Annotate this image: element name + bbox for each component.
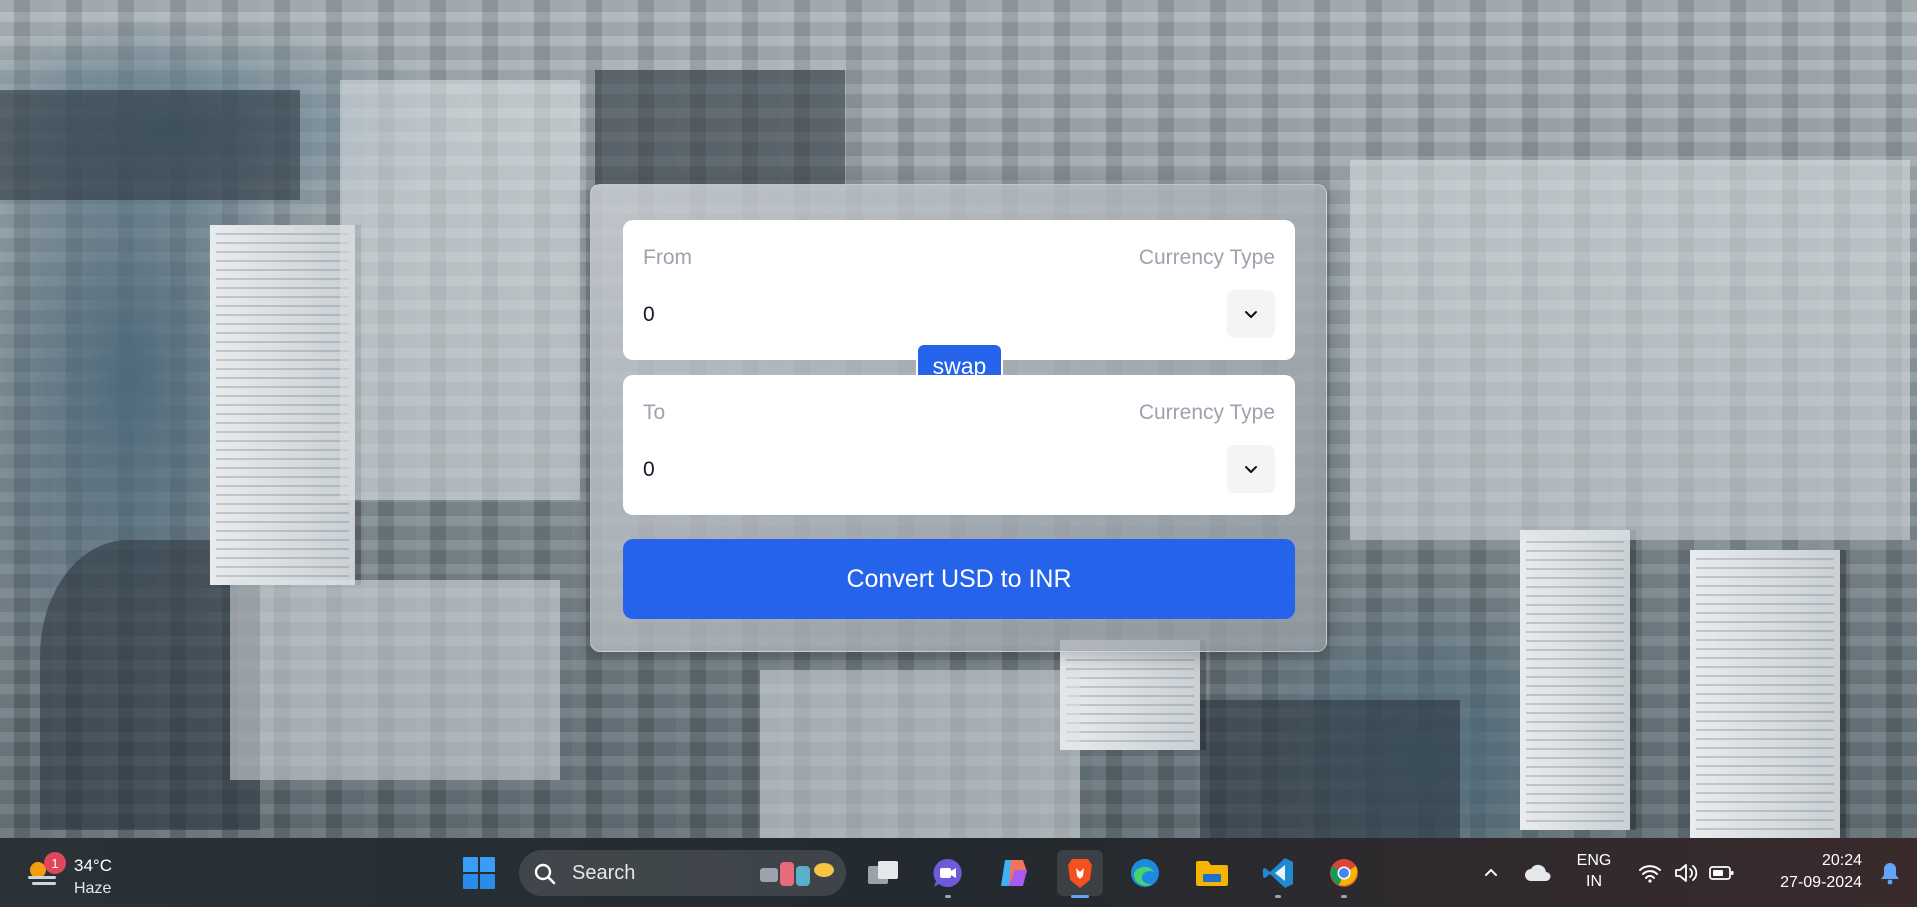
convert-button[interactable]: Convert USD to INR xyxy=(623,539,1295,619)
tower-building xyxy=(1060,640,1200,750)
task-view-icon xyxy=(868,861,898,884)
vscode-button[interactable] xyxy=(1255,850,1301,898)
bell-icon xyxy=(1881,862,1899,884)
chevron-down-icon xyxy=(1245,311,1257,318)
from-currency-select[interactable] xyxy=(1227,290,1275,338)
to-label: To xyxy=(643,401,666,424)
running-indicator xyxy=(1341,895,1347,898)
task-view-button[interactable] xyxy=(860,850,906,896)
notification-badge: 1 xyxy=(44,852,66,874)
to-currency-type-label: Currency Type xyxy=(1138,401,1275,424)
brave-browser-button[interactable] xyxy=(1057,850,1103,898)
onedrive-button[interactable] xyxy=(1520,838,1556,907)
chevron-down-icon xyxy=(1245,466,1257,473)
brave-browser-icon xyxy=(1068,859,1092,888)
tower-building xyxy=(1690,550,1840,838)
taskbar-search[interactable]: Search xyxy=(519,850,846,896)
converter-card: From Currency Type swap To Currency Type… xyxy=(590,184,1327,652)
show-hidden-icons-button[interactable] xyxy=(1476,838,1506,907)
wifi-icon xyxy=(1639,864,1661,883)
notifications-button[interactable] xyxy=(1872,838,1908,907)
cloud-icon xyxy=(1525,864,1551,881)
battery-button[interactable] xyxy=(1704,838,1740,907)
clock[interactable]: 20:24 27-09-2024 xyxy=(1752,850,1862,894)
clock-time: 20:24 xyxy=(1821,852,1862,869)
edge-browser-icon xyxy=(1131,859,1159,887)
parking-lot xyxy=(230,580,560,780)
from-amount-input[interactable] xyxy=(643,300,1043,330)
tower-building xyxy=(1520,530,1630,830)
chevron-up-icon xyxy=(1485,868,1497,876)
chrome-browser-button[interactable] xyxy=(1321,850,1367,898)
to-amount-input[interactable] xyxy=(643,455,1043,485)
search-icon xyxy=(534,863,556,885)
search-highlight-icon xyxy=(760,862,834,886)
weather-condition: Haze xyxy=(74,880,112,897)
battery-icon xyxy=(1709,865,1734,880)
volume-button[interactable] xyxy=(1668,838,1704,907)
vscode-icon xyxy=(1263,858,1293,888)
file-explorer-button[interactable] xyxy=(1189,850,1235,896)
copilot-icon xyxy=(1001,860,1027,886)
meet-button[interactable] xyxy=(925,850,971,898)
building-cluster xyxy=(340,80,580,500)
from-currency-type-label: Currency Type xyxy=(1138,246,1275,269)
weather-widget[interactable]: 1 34°C Haze xyxy=(22,846,132,898)
tower-building xyxy=(210,225,355,585)
copilot-button[interactable] xyxy=(991,850,1037,896)
running-indicator xyxy=(1071,895,1089,898)
chrome-browser-icon xyxy=(1330,859,1358,887)
taskbar: 1 34°C Haze Search ENG IN 20:24 27-09-20… xyxy=(0,838,1917,907)
running-indicator xyxy=(1275,895,1281,898)
glass-building xyxy=(595,70,845,185)
file-explorer-icon xyxy=(1196,861,1228,886)
parking-lot xyxy=(760,670,1080,838)
river-water xyxy=(1200,700,1460,838)
region-code: IN xyxy=(1586,873,1602,890)
language-indicator[interactable]: ENG IN xyxy=(1570,850,1618,892)
to-panel: To Currency Type xyxy=(623,375,1295,515)
search-placeholder: Search xyxy=(572,862,636,884)
clock-date: 27-09-2024 xyxy=(1780,874,1862,891)
from-label: From xyxy=(643,246,692,269)
meet-icon xyxy=(933,858,962,887)
from-panel: From Currency Type xyxy=(623,220,1295,360)
windows-start-button[interactable] xyxy=(456,850,502,896)
language-code: ENG xyxy=(1576,852,1612,869)
to-currency-select[interactable] xyxy=(1227,445,1275,493)
edge-browser-button[interactable] xyxy=(1122,850,1168,896)
network-button[interactable] xyxy=(1632,838,1668,907)
running-indicator xyxy=(945,895,951,898)
windows-start-icon xyxy=(463,857,495,889)
building-cluster xyxy=(1350,160,1910,540)
volume-icon xyxy=(1675,863,1698,882)
harbor-water xyxy=(0,90,300,200)
weather-temperature: 34°C xyxy=(74,856,112,875)
